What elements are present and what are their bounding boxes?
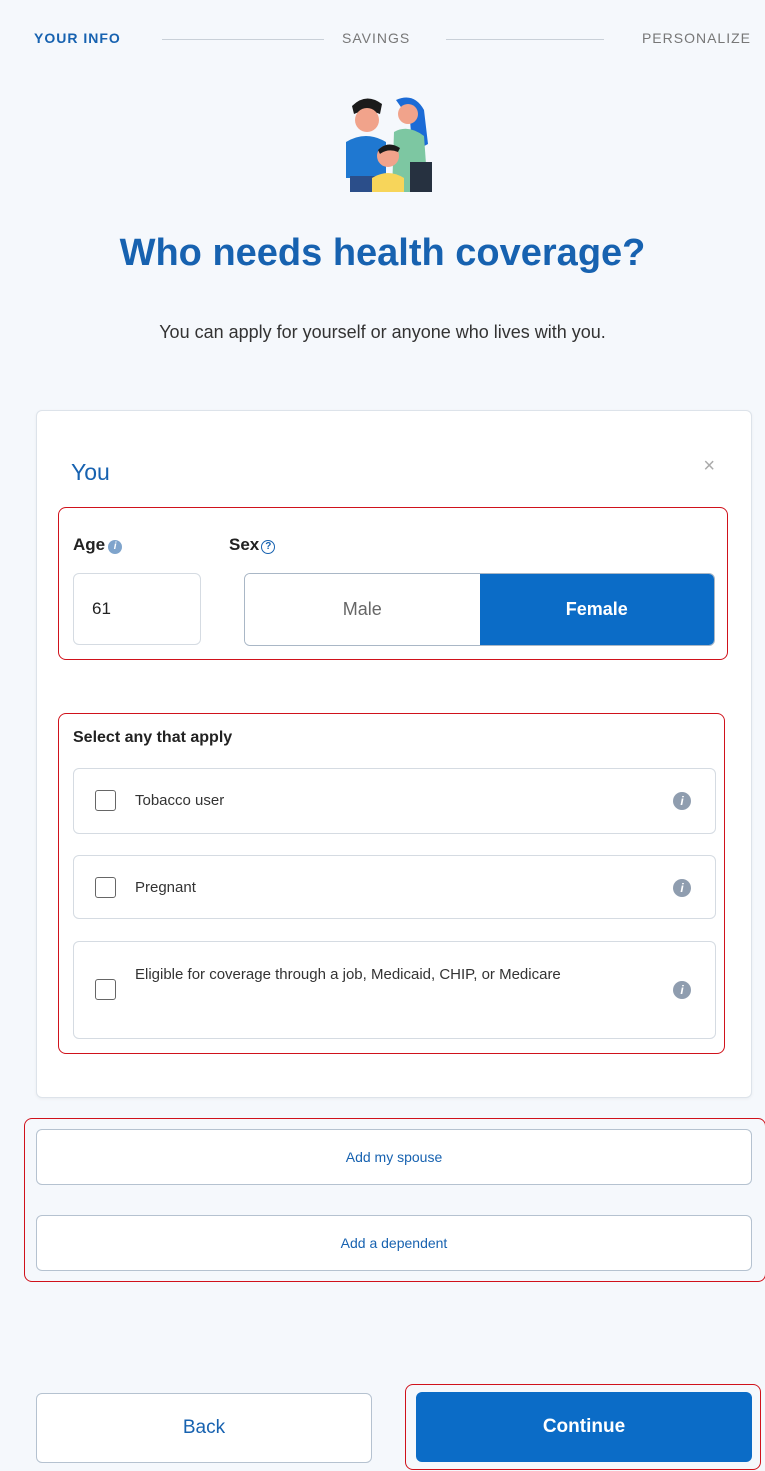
page-title: Who needs health coverage? — [119, 232, 646, 274]
step-divider — [446, 39, 604, 40]
info-icon[interactable]: i — [673, 981, 691, 999]
checkbox[interactable] — [95, 979, 116, 1000]
age-label: Age i — [73, 535, 123, 555]
step-savings: SAVINGS — [342, 30, 411, 46]
checkbox[interactable] — [95, 790, 116, 811]
add-dependent-button[interactable]: Add a dependent — [36, 1215, 752, 1271]
sex-toggle: Male Female — [244, 573, 715, 646]
progress-steps: YOUR INFO SAVINGS PERSONALIZE — [34, 30, 751, 50]
sex-label: Sex? — [229, 535, 276, 555]
member-card: You × Age i Sex? 61 Male Female Select an… — [36, 410, 752, 1098]
sex-help-icon[interactable]: ? — [261, 540, 276, 554]
step-divider — [162, 39, 324, 40]
sex-option-male[interactable]: Male — [245, 574, 480, 645]
select-heading: Select any that apply — [73, 729, 233, 746]
coverage-page: YOUR INFO SAVINGS PERSONALIZE Who needs … — [0, 0, 765, 1471]
age-input[interactable]: 61 — [73, 573, 201, 645]
close-icon[interactable]: × — [703, 455, 715, 478]
member-title: You — [71, 459, 110, 485]
age-label-text: Age — [73, 535, 106, 554]
continue-button[interactable]: Continue — [416, 1392, 752, 1462]
option-label: Tobacco user — [135, 792, 225, 809]
back-button[interactable]: Back — [36, 1393, 372, 1463]
family-icon — [346, 97, 432, 192]
checkbox[interactable] — [95, 877, 116, 898]
option-pregnant[interactable]: Pregnant i — [73, 855, 716, 919]
age-info-icon[interactable]: i — [108, 540, 123, 554]
page-subtitle: You can apply for yourself or anyone who… — [159, 322, 606, 342]
sex-option-female[interactable]: Female — [479, 574, 714, 645]
step-your-info: YOUR INFO — [34, 30, 121, 46]
info-icon[interactable]: i — [673, 879, 691, 897]
add-spouse-button[interactable]: Add my spouse — [36, 1129, 752, 1185]
step-personalize: PERSONALIZE — [641, 30, 751, 46]
option-tobacco-user[interactable]: Tobacco user i — [73, 768, 716, 834]
option-label: Pregnant — [135, 879, 196, 896]
option-eligible-coverage[interactable]: Eligible for coverage through a job, Med… — [73, 941, 716, 1039]
option-label: Eligible for coverage through a job, Med… — [135, 966, 561, 983]
info-icon[interactable]: i — [673, 792, 691, 810]
sex-label-text: Sex — [229, 535, 260, 554]
